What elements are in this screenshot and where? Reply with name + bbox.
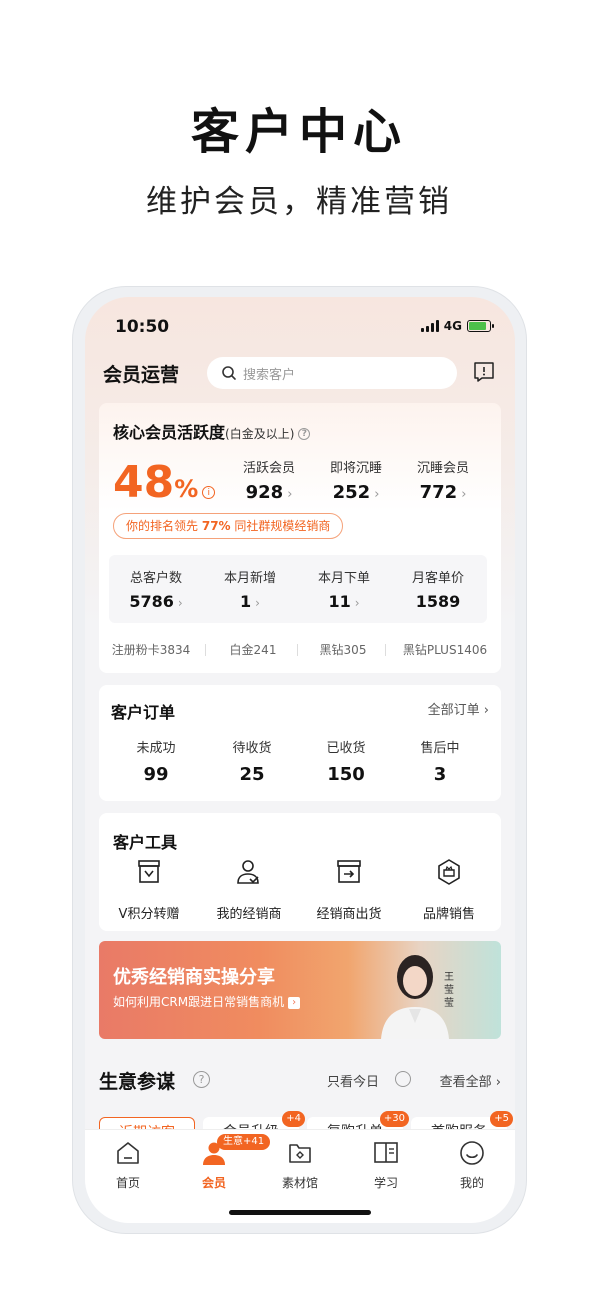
stat-total-customers[interactable]: 总客户数 5786 › — [109, 567, 203, 611]
tier-black-diamond: 黑钻305 — [319, 643, 367, 657]
orders-title: 客户订单 — [111, 703, 176, 722]
network-type: 4G — [443, 319, 462, 333]
today-only-label: 只看今日 — [327, 1075, 380, 1090]
metric-dormant[interactable]: 沉睡会员 772 › — [403, 457, 483, 503]
phone-frame: 10:50 4G 会员运营 搜索客户 核心会员活跃度(白金及以上) ? 48% … — [72, 286, 527, 1234]
stat-new-this-month[interactable]: 本月新增 1 › — [203, 567, 297, 611]
activity-rate: 48% i — [113, 457, 216, 508]
tools-title: 客户工具 — [113, 833, 178, 852]
stat-avg-order: 月客单价 1589 — [411, 571, 464, 611]
order-pending[interactable]: 待收货 25 — [205, 737, 299, 785]
order-failed[interactable]: 未成功 99 — [109, 737, 203, 785]
profile-icon — [460, 1141, 484, 1165]
home-icon — [117, 1142, 139, 1164]
view-all-link[interactable]: 查看全部 › — [440, 1071, 501, 1090]
tool-points-transfer[interactable]: V积分转赠 — [99, 857, 199, 922]
search-icon — [222, 366, 236, 380]
battery-icon — [467, 320, 494, 332]
stat-orders-this-month[interactable]: 本月下单 11 › — [297, 567, 391, 611]
status-time: 10:50 — [115, 317, 170, 337]
member-tiers: 注册粉卡3834 白金241 黑钻305 黑钻PLUS1406 — [99, 641, 501, 657]
advisor-title: 生意参谋 — [99, 1071, 176, 1093]
stats-box: 总客户数 5786 › 本月新增 1 › 本月下单 11 › 月客单价 1589 — [109, 555, 487, 623]
info-icon[interactable]: i — [202, 486, 216, 499]
brand-sales-icon — [438, 859, 460, 885]
banner-title: 优秀经销商实操分享 — [113, 967, 275, 988]
today-only-radio[interactable] — [395, 1071, 411, 1087]
count-badge: +5 — [490, 1111, 513, 1127]
tab-bar: 首页 会员 生意+41 素材馆 学习 我的 — [85, 1129, 515, 1223]
points-transfer-icon — [138, 860, 160, 883]
tab-member[interactable]: 会员 生意+41 — [171, 1134, 271, 1191]
promo-banner[interactable]: 优秀经销商实操分享 如何利用CRM跟进日常销售商机 › 王莹莹 — [99, 941, 501, 1039]
tool-my-dealer[interactable]: 我的经销商 — [199, 857, 299, 922]
dealer-icon — [237, 860, 259, 884]
count-badge: +4 — [282, 1111, 305, 1127]
tab-home[interactable]: 首页 — [85, 1140, 171, 1191]
hero-title: 客户中心 — [190, 104, 407, 160]
header: 会员运营 搜索客户 — [103, 355, 497, 391]
order-received[interactable]: 已收货 150 — [299, 737, 393, 785]
status-icons: 4G — [420, 319, 494, 333]
speaker-name: 王莹莹 — [444, 972, 454, 1009]
advisor-header: 生意参谋 ? 只看今日 查看全部 › — [99, 1067, 501, 1093]
material-icon — [289, 1144, 311, 1163]
status-bar: 10:50 4G — [115, 317, 494, 339]
phone-screen: 10:50 4G 会员运营 搜索客户 核心会员活跃度(白金及以上) ? 48% … — [85, 297, 515, 1223]
order-aftersales[interactable]: 售后中 3 — [393, 737, 487, 785]
rank-banner: 你的排名领先 77% 同社群规模经销商 — [113, 513, 344, 539]
tier-platinum: 白金241 — [229, 643, 277, 657]
page-title: 会员运营 — [103, 363, 180, 386]
chevron-right-icon: › — [287, 487, 293, 502]
metric-active[interactable]: 活跃会员 928 › — [229, 457, 309, 503]
learn-icon — [374, 1142, 398, 1163]
help-icon[interactable]: ? — [298, 427, 311, 440]
chevron-right-icon: › — [255, 596, 260, 610]
home-indicator — [229, 1210, 371, 1215]
metric-dormant-soon[interactable]: 即将沉睡 252 › — [316, 457, 396, 503]
hero-subtitle: 维护会员，精准营销 — [146, 184, 452, 220]
tab-learn[interactable]: 学习 — [343, 1140, 429, 1191]
count-badge: +30 — [379, 1111, 409, 1127]
all-orders-link[interactable]: 全部订单 › — [428, 699, 489, 718]
orders-card: 客户订单 全部订单 › 未成功 99 待收货 25 已收货 150 售后中 3 — [99, 685, 501, 801]
chevron-right-icon: › — [177, 596, 183, 610]
shipment-icon — [337, 860, 361, 883]
tools-card: 客户工具 V积分转赠 我的经销商 经销商出货 品牌销售 — [99, 813, 501, 931]
message-icon[interactable] — [473, 361, 495, 383]
help-icon[interactable]: ? — [193, 1071, 210, 1088]
tier-pink: 注册粉卡3834 — [111, 643, 191, 657]
tab-materials[interactable]: 素材馆 — [257, 1140, 343, 1191]
tool-dealer-shipment[interactable]: 经销商出货 — [299, 857, 399, 922]
banner-subtitle: 如何利用CRM跟进日常销售商机 › — [113, 993, 301, 1010]
chevron-right-icon: › — [354, 596, 360, 610]
tab-profile[interactable]: 我的 — [429, 1140, 515, 1191]
search-placeholder: 搜索客户 — [243, 367, 296, 383]
chevron-right-icon: › — [374, 487, 380, 502]
activity-title: 核心会员活跃度(白金及以上)? — [113, 419, 311, 443]
signal-icon — [420, 320, 439, 332]
tier-black-diamond-plus: 黑钻PLUS1406 — [402, 643, 488, 657]
chevron-right-icon: › — [461, 487, 467, 502]
activity-card: 核心会员活跃度(白金及以上)? 48% i 活跃会员 928 › 即将沉睡 252 ›… — [99, 403, 501, 673]
arrow-right-icon: › — [288, 996, 301, 1009]
activity-title-note: (白金及以上) — [225, 427, 295, 441]
tool-brand-sales[interactable]: 品牌销售 — [399, 857, 499, 922]
search-input[interactable]: 搜索客户 — [207, 357, 457, 389]
